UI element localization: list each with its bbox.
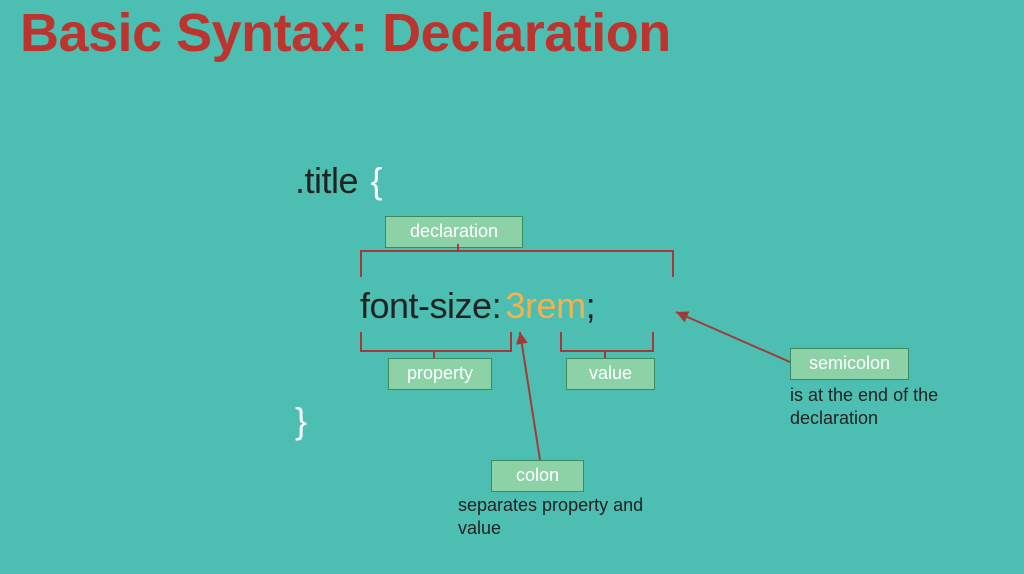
- code-semicolon: ;: [586, 285, 596, 326]
- code-line-1: .title {: [295, 160, 382, 202]
- bracket-property: [360, 332, 512, 352]
- label-property: property: [388, 358, 492, 390]
- label-semicolon: semicolon: [790, 348, 909, 380]
- label-colon: colon: [491, 460, 584, 492]
- label-value: value: [566, 358, 655, 390]
- annotation-colon: separates property and value: [458, 494, 678, 541]
- bracket-declaration-tick: [457, 244, 459, 252]
- code-selector: .title: [295, 160, 358, 201]
- bracket-declaration: [360, 250, 674, 277]
- code-brace-close: }: [295, 400, 307, 442]
- label-declaration: declaration: [385, 216, 523, 248]
- code-value: 3rem: [506, 285, 586, 326]
- code-line-2: font-size: 3rem;: [360, 285, 595, 327]
- bracket-value: [560, 332, 654, 352]
- slide-title: Basic Syntax: Declaration: [20, 2, 671, 64]
- code-colon: :: [492, 285, 502, 326]
- code-property: font-size: [360, 285, 492, 326]
- code-brace-open: {: [370, 160, 382, 201]
- annotation-semicolon: is at the end of the declaration: [790, 384, 990, 431]
